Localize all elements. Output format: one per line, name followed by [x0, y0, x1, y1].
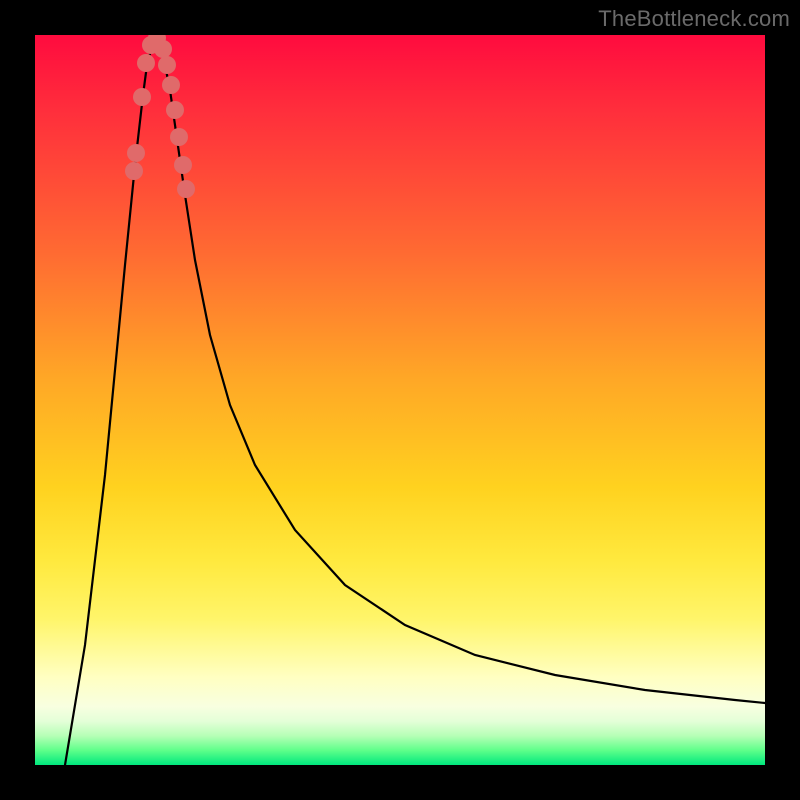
highlight-dot — [177, 180, 195, 198]
highlight-dot — [166, 101, 184, 119]
chart-frame: TheBottleneck.com — [0, 0, 800, 800]
highlight-dots — [125, 35, 195, 198]
highlight-dot — [170, 128, 188, 146]
highlight-dot — [154, 40, 172, 58]
chart-svg — [35, 35, 765, 765]
highlight-dot — [137, 54, 155, 72]
watermark-text: TheBottleneck.com — [598, 6, 790, 32]
highlight-dot — [127, 144, 145, 162]
bottleneck-curve — [65, 41, 765, 765]
highlight-dot — [162, 76, 180, 94]
highlight-dot — [125, 162, 143, 180]
highlight-dot — [174, 156, 192, 174]
highlight-dot — [133, 88, 151, 106]
chart-plot-area — [35, 35, 765, 765]
highlight-dot — [158, 56, 176, 74]
